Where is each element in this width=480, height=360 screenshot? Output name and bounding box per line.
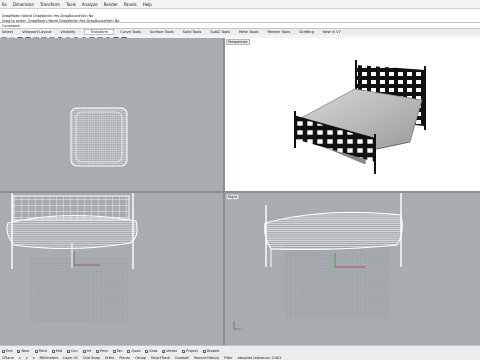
viewport-label-right[interactable]: Right [226, 194, 239, 200]
osnap-quad[interactable]: Quad [127, 349, 140, 353]
command-prompt: Command: [2, 24, 21, 28]
checkbox-icon [162, 349, 166, 353]
viewport-splitter-vertical[interactable] [223, 38, 225, 345]
front-view-drawing [6, 193, 138, 323]
menu-item-analyze[interactable]: Analyze [82, 2, 98, 7]
viewport-right[interactable]: Right [225, 193, 480, 345]
viewport-front[interactable] [0, 193, 223, 345]
viewport-splitter-horizontal[interactable] [0, 191, 480, 193]
checkbox-icon [67, 349, 71, 353]
menu-item-tools[interactable]: Tools [66, 2, 76, 7]
status-row: CPlane x y z Millimeters Layer 01 Grid S… [0, 355, 286, 360]
menu-item-panels[interactable]: Panels [124, 2, 137, 7]
osnap-disable[interactable]: Disable [202, 349, 219, 353]
status-gumball[interactable]: Gumball [175, 356, 189, 360]
viewport-top[interactable] [0, 38, 223, 191]
tab-subd-tools[interactable]: SubD Tools [210, 30, 239, 34]
osnap-end[interactable]: End [2, 349, 12, 353]
status-smarttrack[interactable]: SmartTrack [151, 356, 170, 360]
tab-new-in-v7[interactable]: New in V7 [323, 30, 350, 34]
tab-mesh-tools[interactable]: Mesh Tools [239, 30, 267, 34]
tab-select[interactable]: Select [0, 30, 22, 34]
status-y: y [25, 356, 28, 360]
top-view-drawing [70, 107, 128, 167]
osnap-near[interactable]: Near [17, 349, 30, 353]
tab-visibility[interactable]: Visibility [60, 30, 84, 34]
osnap-vertex[interactable]: Vertex [162, 349, 177, 353]
status-x: x [18, 356, 21, 360]
checkbox-icon [96, 349, 100, 353]
status-units[interactable]: Millimeters [39, 356, 58, 360]
status-layer[interactable]: Layer 01 [63, 356, 78, 360]
osnap-mid[interactable]: Mid [51, 349, 62, 353]
status-filter[interactable]: Filter [224, 356, 232, 360]
tab-solid-tools[interactable]: Solid Tools [183, 30, 211, 34]
osnap-cen[interactable]: Cen [67, 349, 78, 353]
menu-bar: Ile Dimension Transform Tools Analyze Re… [0, 0, 480, 9]
perspective-bed-drawing [293, 60, 426, 174]
status-bar: End Near Point Mid Cen Int Perp Tan Quad… [0, 345, 480, 360]
command-history: DragMode=World DragWorld=Yes DragDoubleS… [0, 9, 480, 23]
checkbox-icon [202, 349, 206, 353]
status-planar[interactable]: Planar [119, 356, 130, 360]
status-tolerance: Absolute tolerance: 0.001 [237, 356, 282, 360]
osnap-knot[interactable]: Knot [145, 349, 157, 353]
menu-item-ile[interactable]: Ile [2, 2, 7, 7]
checkbox-icon [112, 349, 116, 353]
osnap-perp[interactable]: Perp [96, 349, 108, 353]
status-grid-snap[interactable]: Grid Snap [83, 356, 100, 360]
tab-render-tools[interactable]: Render Tools [267, 30, 299, 34]
checkbox-icon [51, 349, 55, 353]
tab-curve-tools[interactable]: Curve Tools [120, 30, 150, 34]
checkbox-icon [145, 349, 149, 353]
checkbox-icon [17, 349, 21, 353]
osnap-row: End Near Point Mid Cen Int Perp Tan Quad… [0, 348, 224, 354]
status-osnap[interactable]: Osnap [135, 356, 146, 360]
right-view-drawing [233, 193, 403, 330]
checkbox-icon [182, 349, 186, 353]
checkbox-icon [2, 349, 5, 353]
menu-item-transform[interactable]: Transform [40, 2, 60, 7]
tab-viewport-layout[interactable]: Viewport Layout [22, 30, 60, 34]
menu-item-render[interactable]: Render [104, 2, 118, 7]
tab-drafting[interactable]: Drafting [299, 30, 323, 34]
menu-item-dimension[interactable]: Dimension [13, 2, 34, 7]
osnap-point[interactable]: Point [34, 349, 47, 353]
checkbox-icon [82, 349, 86, 353]
menu-item-help[interactable]: Help [143, 2, 152, 7]
status-cplane: CPlane [2, 356, 14, 360]
osnap-tan[interactable]: Tan [112, 349, 122, 353]
osnap-int[interactable]: Int [82, 349, 91, 353]
checkbox-icon [34, 349, 38, 353]
viewport-perspective[interactable]: Perspective [225, 38, 480, 191]
osnap-project[interactable]: Project [182, 349, 198, 353]
status-ortho[interactable]: Ortho [105, 356, 115, 360]
status-z: z [32, 356, 35, 360]
status-record-history[interactable]: Record History [194, 356, 219, 360]
viewport-label-perspective[interactable]: Perspective [226, 39, 250, 45]
tab-surface-tools[interactable]: Surface Tools [150, 30, 183, 34]
checkbox-icon [127, 349, 131, 353]
